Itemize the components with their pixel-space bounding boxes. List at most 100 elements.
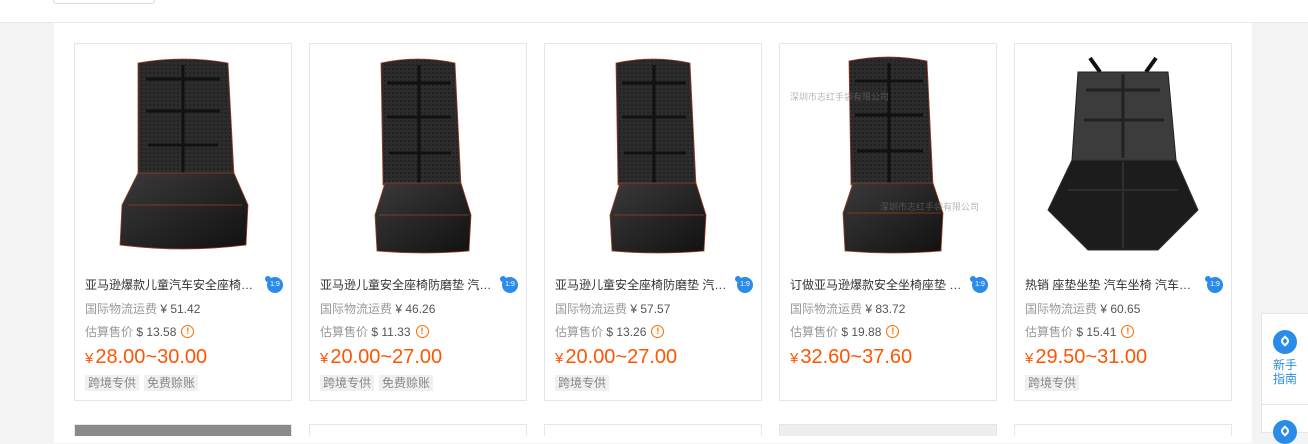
price-range: ¥29.50~31.00 — [1025, 344, 1147, 372]
tag-list: 跨境专供 — [555, 375, 610, 391]
tag-cross-border: 跨境专供 — [555, 375, 610, 391]
product-card-next-row[interactable] — [309, 424, 527, 436]
side-help-panel: 新手 指南 — [1261, 313, 1308, 444]
side-second-button[interactable] — [1262, 420, 1308, 444]
product-card-next-row[interactable] — [1014, 424, 1232, 436]
tag-cross-border: 跨境专供 — [85, 375, 140, 391]
shipping-label: 国际物流运费 — [555, 302, 628, 316]
product-image[interactable] — [1015, 44, 1231, 266]
wangwang-chat-icon[interactable]: 1:9 — [1205, 276, 1223, 293]
estimated-price: 估算售价 $ 19.88 ! — [790, 323, 900, 340]
est-label: 估算售价 — [85, 325, 134, 339]
info-warning-icon[interactable]: ! — [651, 325, 665, 338]
shipping-value: ¥ 46.26 — [395, 302, 436, 316]
estimated-price: 估算售价 $ 13.58 ! — [85, 323, 195, 340]
price-value: 20.00~27.00 — [565, 346, 678, 368]
currency-symbol: ¥ — [555, 350, 564, 367]
send-icon — [1273, 420, 1297, 444]
product-card[interactable]: 亚马逊儿童安全座椅防磨垫 汽车坐垫 1:9 国际物流运费 ¥ 57.57 估算售… — [544, 43, 762, 401]
tag-cross-border: 跨境专供 — [1025, 375, 1080, 391]
est-value: $ 13.58 — [136, 324, 177, 339]
product-image[interactable]: 深圳市志红手袋有限公司 深圳市志红手袋有限公司 — [780, 44, 996, 266]
wangwang-chat-icon[interactable]: 1:9 — [265, 276, 283, 293]
guide-label-line-2: 指南 — [1272, 372, 1297, 386]
price-value: 28.00~30.00 — [95, 346, 208, 368]
seat-protector-image — [842, 56, 944, 254]
info-warning-icon[interactable]: ! — [886, 325, 900, 338]
product-card[interactable]: 热销 座垫坐垫 汽车坐椅 汽车座垫 1:9 国际物流运费 ¥ 60.65 估算售… — [1014, 43, 1232, 401]
shipping-fee: 国际物流运费 ¥ 46.26 — [320, 300, 435, 317]
shipping-value: ¥ 57.57 — [630, 302, 671, 316]
est-label: 估算售价 — [555, 325, 604, 339]
product-title[interactable]: 亚马逊儿童安全座椅防磨垫 汽车坐垫 — [320, 276, 494, 294]
tag-cross-border: 跨境专供 — [320, 375, 375, 391]
shipping-label: 国际物流运费 — [85, 302, 158, 316]
seat-protector-image — [609, 58, 707, 254]
top-header-bar — [0, 0, 1308, 23]
shipping-value: ¥ 51.42 — [160, 302, 201, 316]
price-range: ¥28.00~30.00 — [85, 344, 207, 372]
info-warning-icon[interactable]: ! — [415, 325, 429, 338]
shipping-fee: 国际物流运费 ¥ 57.57 — [555, 300, 670, 317]
product-title[interactable]: 亚马逊儿童安全座椅防磨垫 汽车坐垫 — [555, 276, 729, 294]
product-title[interactable]: 热销 座垫坐垫 汽车坐椅 汽车座垫 — [1025, 276, 1199, 294]
wangwang-chat-icon[interactable]: 1:9 — [970, 276, 988, 293]
tag-list: 跨境专供 免费赊账 — [320, 375, 434, 391]
estimated-price: 估算售价 $ 11.33 ! — [320, 323, 429, 340]
tag-list: 跨境专供 — [1025, 375, 1080, 391]
seat-protector-image — [119, 58, 249, 250]
est-value: $ 15.41 — [1076, 324, 1117, 339]
shipping-label: 国际物流运费 — [790, 302, 863, 316]
watermark-text: 深圳市志红手袋有限公司 — [880, 203, 980, 213]
header-dropdown-tab[interactable] — [53, 0, 155, 4]
product-card-next-row[interactable] — [544, 424, 762, 436]
currency-symbol: ¥ — [320, 350, 329, 367]
est-label: 估算售价 — [790, 325, 839, 339]
est-label: 估算售价 — [320, 325, 369, 339]
est-value: $ 11.33 — [371, 324, 411, 339]
product-image[interactable] — [75, 44, 291, 266]
watermark-text: 深圳市志红手袋有限公司 — [790, 93, 890, 103]
est-value: $ 13.26 — [606, 324, 647, 339]
compass-icon — [1273, 330, 1297, 354]
currency-symbol: ¥ — [85, 350, 94, 367]
wangwang-chat-icon[interactable]: 1:9 — [735, 276, 753, 293]
product-image[interactable] — [545, 44, 761, 266]
est-label: 估算售价 — [1025, 325, 1074, 339]
product-title[interactable]: 亚马逊爆款儿童汽车安全座椅防磨垫 汽车坐垫 — [85, 276, 259, 294]
currency-symbol: ¥ — [1025, 350, 1034, 367]
estimated-price: 估算售价 $ 13.26 ! — [555, 323, 665, 340]
product-image[interactable] — [310, 44, 526, 266]
price-value: 29.50~31.00 — [1035, 346, 1148, 368]
price-range: ¥20.00~27.00 — [555, 344, 677, 372]
shipping-fee: 国际物流运费 ¥ 51.42 — [85, 300, 200, 317]
product-card-next-row[interactable] — [779, 424, 997, 436]
product-card[interactable]: 亚马逊儿童安全座椅防磨垫 汽车坐垫 1:9 国际物流运费 ¥ 46.26 估算售… — [309, 43, 527, 401]
currency-symbol: ¥ — [790, 350, 799, 367]
shipping-value: ¥ 83.72 — [865, 302, 906, 316]
est-value: $ 19.88 — [841, 324, 882, 339]
tag-free-credit: 免费赊账 — [379, 375, 434, 391]
side-divider — [1262, 404, 1308, 405]
tag-free-credit: 免费赊账 — [144, 375, 199, 391]
seat-protector-image — [374, 58, 472, 254]
guide-label-line-1: 新手 — [1272, 358, 1297, 372]
info-warning-icon[interactable]: ! — [181, 325, 195, 338]
product-card[interactable]: 亚马逊爆款儿童汽车安全座椅防磨垫 汽车坐垫 1:9 国际物流运费 ¥ 51.42… — [74, 43, 292, 401]
shipping-value: ¥ 60.65 — [1100, 302, 1141, 316]
guide-label: 新手 指南 — [1262, 358, 1308, 386]
product-card[interactable]: 深圳市志红手袋有限公司 深圳市志红手袋有限公司 订做亚马逊爆款安全坐椅座垫 汽车… — [779, 43, 997, 401]
price-value: 20.00~27.00 — [330, 346, 443, 368]
shipping-fee: 国际物流运费 ¥ 83.72 — [790, 300, 905, 317]
price-value: 32.60~37.60 — [800, 346, 913, 368]
shipping-label: 国际物流运费 — [1025, 302, 1098, 316]
info-warning-icon[interactable]: ! — [1121, 325, 1135, 338]
product-title[interactable]: 订做亚马逊爆款安全坐椅座垫 汽车坐垫 — [790, 276, 964, 294]
product-card-next-row[interactable] — [74, 424, 292, 436]
estimated-price: 估算售价 $ 15.41 ! — [1025, 323, 1135, 340]
shipping-label: 国际物流运费 — [320, 302, 393, 316]
price-range: ¥32.60~37.60 — [790, 344, 912, 372]
tag-list: 跨境专供 免费赊账 — [85, 375, 199, 391]
new-user-guide-button[interactable]: 新手 指南 — [1262, 330, 1308, 386]
wangwang-chat-icon[interactable]: 1:9 — [500, 276, 518, 293]
